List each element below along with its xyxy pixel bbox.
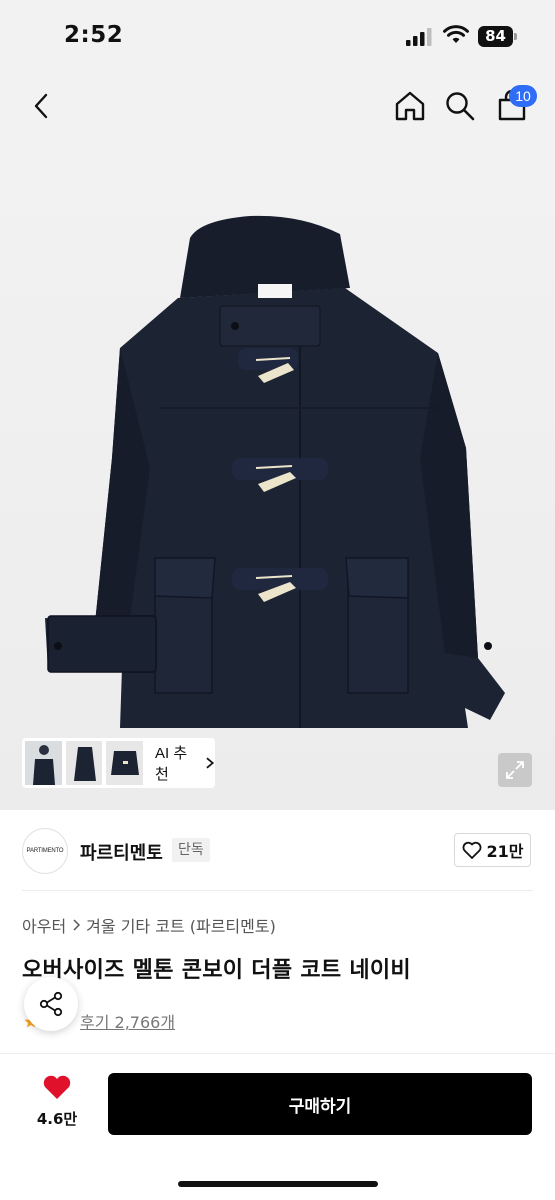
back-icon: [34, 93, 48, 119]
status-time: 2:52: [64, 22, 124, 48]
thumbnail-1[interactable]: [25, 741, 62, 785]
brand-name[interactable]: 파르티멘토: [80, 839, 163, 865]
breadcrumb-category[interactable]: 아우터: [22, 913, 66, 937]
expand-button[interactable]: [498, 753, 532, 787]
bottom-bar: 4.6만 구매하기: [0, 1053, 555, 1200]
home-button[interactable]: [390, 86, 430, 126]
chevron-right-icon: [206, 757, 215, 769]
status-bar: 2:52 84: [0, 0, 555, 72]
brand-logo-text: PARTIMENTO: [26, 848, 64, 854]
breadcrumb-subcategory[interactable]: 겨울 기타 코트 (파르티멘토): [86, 913, 276, 937]
heart-filled-icon: [43, 1075, 71, 1099]
share-icon: [39, 991, 63, 1017]
person-icon: [33, 745, 55, 785]
heart-outline-icon: [462, 841, 481, 859]
thumbnail-3[interactable]: [106, 741, 144, 785]
favorite-count: 4.6만: [36, 1110, 78, 1128]
breadcrumb: 아우터 겨울 기타 코트 (파르티멘토): [22, 913, 276, 937]
brand-like-button[interactable]: 21만: [454, 833, 531, 867]
share-button[interactable]: [24, 977, 78, 1031]
top-nav: [0, 72, 555, 138]
buy-button[interactable]: 구매하기: [108, 1073, 532, 1135]
brand-like-count: 21만: [486, 842, 524, 861]
product-title: 오버사이즈 멜톤 콘보이 더플 코트 네이비: [22, 958, 411, 983]
wifi-icon: [443, 25, 469, 43]
review-link[interactable]: 후기 2,766개: [80, 1009, 175, 1033]
coat-front-icon: [111, 751, 140, 775]
expand-icon: [506, 761, 524, 779]
brand-row: PARTIMENTO 파르티멘토 단독 21만: [0, 810, 555, 892]
home-icon: [395, 91, 425, 121]
thumbnail-2[interactable]: [65, 741, 103, 785]
home-indicator: [178, 1181, 378, 1187]
battery-tip: [514, 33, 517, 40]
product-image[interactable]: AI 추천: [0, 138, 555, 810]
cart-count-badge: 10: [509, 85, 537, 107]
favorite-button[interactable]: 4.6만: [30, 1074, 84, 1138]
battery-level: 84: [478, 26, 513, 47]
thumbnail-strip: AI 추천: [22, 738, 215, 788]
ai-recommend-label[interactable]: AI 추천: [155, 742, 199, 784]
exclusive-badge: 단독: [172, 838, 210, 862]
coat-back-icon: [73, 747, 96, 781]
brand-logo[interactable]: PARTIMENTO: [22, 828, 68, 874]
divider: [22, 890, 533, 891]
back-button[interactable]: [22, 86, 62, 126]
battery-icon: 84: [478, 26, 518, 47]
search-button[interactable]: [440, 86, 480, 126]
chevron-right-icon: [73, 919, 81, 931]
signal-icon: [406, 28, 432, 46]
search-icon: [446, 92, 475, 121]
coat-illustration: [45, 215, 505, 728]
